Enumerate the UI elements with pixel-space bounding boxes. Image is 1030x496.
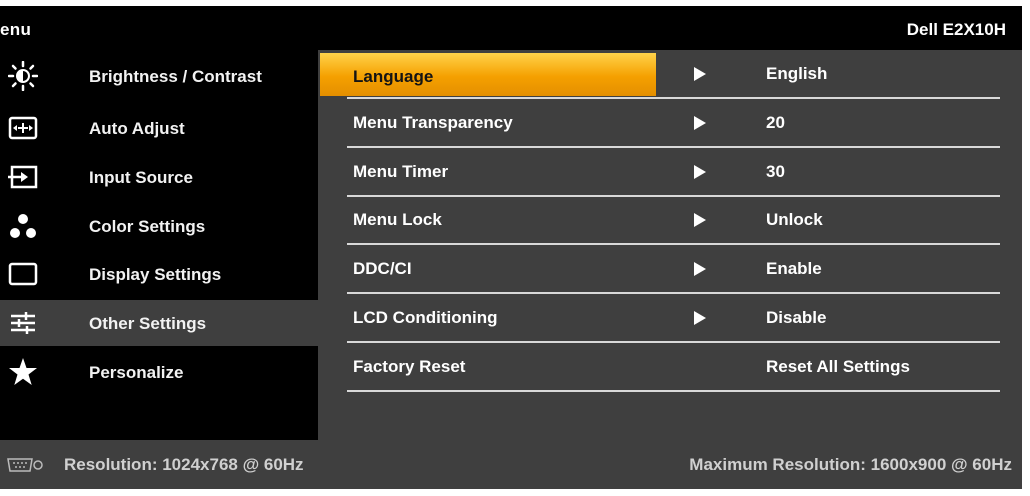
- sidebar-item-label: Color Settings: [89, 217, 206, 236]
- setting-row-menu-lock[interactable]: Menu Lock Unlock: [318, 196, 1022, 245]
- setting-row-ddc-ci[interactable]: DDC/CI Enable: [318, 245, 1022, 294]
- sidebar-item-personalize[interactable]: Personalize: [0, 349, 318, 395]
- setting-row-factory-reset[interactable]: Factory Reset Reset All Settings: [318, 343, 1022, 392]
- osd-menu: enu Dell E2X10H Brightness / Contrast Au…: [0, 6, 1022, 489]
- sidebar-item-other-settings[interactable]: Other Settings: [0, 300, 318, 346]
- sidebar-item-label: Other Settings: [89, 314, 207, 333]
- max-resolution: Maximum Resolution: 1600x900 @ 60Hz: [689, 455, 1012, 474]
- sidebar-item-label: Personalize: [89, 363, 184, 382]
- menu-title: enu: [0, 20, 32, 39]
- setting-label: Menu Transparency: [353, 113, 513, 132]
- status-bar: Resolution: 1024x768 @ 60Hz Maximum Reso…: [0, 440, 1022, 489]
- arrow-right-icon: [694, 213, 706, 227]
- setting-value: Unlock: [766, 210, 823, 229]
- other-settings-icon: [11, 312, 35, 334]
- setting-value: Enable: [766, 259, 822, 278]
- input-source-icon: [8, 165, 38, 189]
- setting-label: Menu Lock: [353, 210, 442, 229]
- sidebar: Brightness / Contrast Auto Adjust Input …: [0, 50, 318, 440]
- color-settings-icon: [10, 214, 36, 238]
- setting-label: Factory Reset: [353, 357, 466, 376]
- display-settings-icon: [8, 262, 38, 286]
- setting-value: English: [766, 64, 828, 83]
- sidebar-item-label: Auto Adjust: [89, 119, 185, 138]
- vga-connector-icon: [7, 458, 43, 472]
- brightness-icon: [8, 61, 38, 91]
- sidebar-item-auto-adjust[interactable]: Auto Adjust: [0, 105, 318, 151]
- arrow-right-icon: [694, 262, 706, 276]
- settings-panel: Language English Menu Transparency 20 Me…: [318, 50, 1022, 440]
- setting-label: Language: [353, 67, 434, 86]
- setting-row-menu-timer[interactable]: Menu Timer 30: [318, 148, 1022, 197]
- sidebar-item-input-source[interactable]: Input Source: [0, 154, 318, 200]
- auto-adjust-icon: [8, 116, 38, 140]
- setting-row-lcd-conditioning[interactable]: LCD Conditioning Disable: [318, 294, 1022, 343]
- setting-row-menu-transparency[interactable]: Menu Transparency 20: [318, 99, 1022, 148]
- row-divider: [347, 390, 1000, 392]
- setting-value: Reset All Settings: [766, 357, 910, 376]
- sidebar-item-label: Brightness / Contrast: [89, 67, 262, 86]
- arrow-right-icon: [694, 67, 706, 81]
- star-icon: [9, 358, 37, 385]
- current-resolution: Resolution: 1024x768 @ 60Hz: [64, 455, 304, 474]
- sidebar-item-label: Display Settings: [89, 265, 222, 284]
- monitor-model: Dell E2X10H: [906, 20, 1006, 39]
- setting-value: Disable: [766, 308, 827, 327]
- arrow-right-icon: [694, 311, 706, 325]
- setting-row-language[interactable]: Language English: [318, 50, 1022, 99]
- sidebar-item-brightness-contrast[interactable]: Brightness / Contrast: [0, 53, 318, 99]
- setting-value: 30: [766, 162, 785, 181]
- sidebar-item-display-settings[interactable]: Display Settings: [0, 251, 318, 297]
- setting-label: Menu Timer: [353, 162, 449, 181]
- title-bar: enu Dell E2X10H: [0, 6, 1022, 50]
- sidebar-item-color-settings[interactable]: Color Settings: [0, 203, 318, 249]
- arrow-right-icon: [694, 116, 706, 130]
- sidebar-item-label: Input Source: [89, 168, 193, 187]
- setting-value: 20: [766, 113, 785, 132]
- arrow-right-icon: [694, 165, 706, 179]
- setting-label: LCD Conditioning: [353, 308, 498, 327]
- setting-label: DDC/CI: [353, 259, 412, 278]
